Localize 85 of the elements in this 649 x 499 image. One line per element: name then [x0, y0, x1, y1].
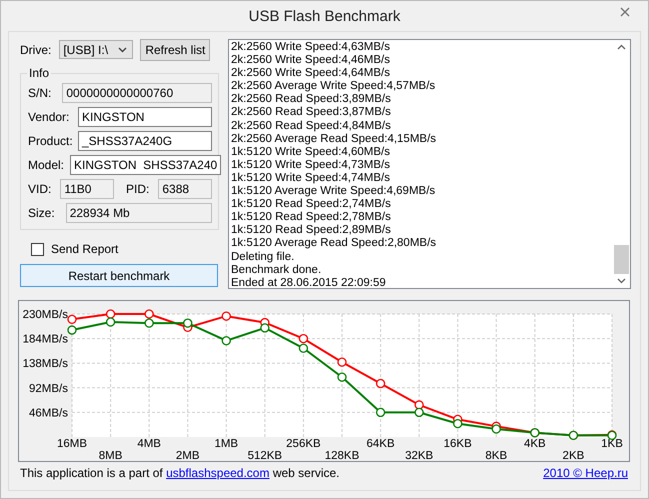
y-axis-label: 92MB/s	[29, 382, 68, 395]
data-point	[106, 317, 116, 327]
log-line: 1k:5120 Read Speed:2,89MB/s	[231, 224, 392, 238]
log-line: 2k:2560 Write Speed:4,46MB/s	[231, 54, 391, 68]
restart-benchmark-button[interactable]: Restart benchmark	[20, 264, 218, 287]
pid-field[interactable]: 6388	[158, 179, 212, 199]
window-title: USB Flash Benchmark	[248, 8, 400, 24]
data-point	[260, 323, 270, 333]
x-axis-label: 4MB	[137, 438, 161, 450]
log-line: 2k:2560 Read Speed:4,84MB/s	[231, 120, 392, 133]
log-line: 1k:5120 Read Speed:2,74MB/s	[231, 198, 392, 212]
data-point	[222, 336, 231, 346]
x-axis-label: 8KB	[485, 450, 508, 462]
data-point	[183, 318, 192, 328]
scrollbar-thumb[interactable]	[614, 245, 629, 274]
log-line: 2k:2560 Write Speed:4,64MB/s	[231, 67, 391, 80]
log-line: 1k:5120 Write Speed:4,60MB/s	[231, 146, 391, 159]
checkbox[interactable]	[31, 242, 44, 256]
field-label: Model:	[28, 158, 64, 172]
log-line: 1k:5120 Write Speed:4,74MB/s	[231, 172, 391, 186]
data-point	[337, 372, 347, 382]
data-point	[492, 424, 501, 434]
checkbox-label: Send Report	[51, 242, 118, 256]
field-label: Size:	[28, 206, 55, 220]
x-axis-label: 1MB	[214, 438, 238, 450]
data-point	[144, 318, 154, 328]
footer-note: This application is a part of usbflashspeed.com web service.	[20, 466, 340, 480]
product-field[interactable]: _SHSS37A240G	[78, 131, 212, 151]
y-axis-label: 138MB/s	[22, 358, 68, 370]
refresh-list-button[interactable]: Refresh list	[140, 38, 210, 60]
data-point	[414, 408, 424, 418]
log-line: 1k:5120 Write Speed:4,73MB/s	[231, 158, 391, 172]
data-point	[298, 334, 308, 344]
log-textbox[interactable]	[228, 39, 631, 289]
data-point	[298, 344, 308, 353]
log-line: Benchmark done.	[231, 264, 322, 277]
log-line: 1k:5120 Average Write Speed:4,69MB/s	[231, 185, 436, 198]
log-line: 2k:2560 Read Speed:3,87MB/s	[231, 106, 392, 120]
x-axis-label: 256KB	[286, 438, 321, 450]
x-axis-label: 128KB	[324, 450, 360, 462]
serial-number-field[interactable]: 0000000000000760	[62, 83, 212, 103]
data-point	[376, 378, 386, 388]
y-axis-label: 184MB/s	[22, 334, 68, 346]
x-axis-label: 16MB	[56, 438, 88, 450]
drive-label: Drive:	[20, 42, 52, 56]
model-field[interactable]: KINGSTON SHSS37A240	[70, 155, 222, 175]
website-link[interactable]: usbflashspeed.com	[166, 466, 270, 480]
vendor-field[interactable]: KINGSTON	[78, 107, 212, 127]
x-axis-label: 512KB	[248, 450, 282, 462]
field-label: PID:	[126, 182, 150, 196]
size-field[interactable]: 228934 Mb	[66, 203, 212, 223]
field-label: VID:	[28, 182, 52, 196]
x-axis-label: 32KB	[405, 450, 434, 462]
credit-link[interactable]: 2010 © Heep.ru	[543, 466, 628, 480]
x-axis-label: 4KB	[524, 438, 546, 450]
scroll-down-icon[interactable]	[617, 278, 626, 284]
data-point	[414, 400, 424, 410]
info-group-title: Info	[27, 66, 52, 80]
data-point	[337, 357, 347, 367]
data-point	[376, 408, 386, 418]
field-label: S/N:	[28, 86, 52, 100]
data-point	[453, 418, 462, 428]
x-axis-label: 64KB	[366, 438, 395, 450]
x-axis-label: 8MB	[98, 450, 122, 462]
x-axis-label: 2MB	[176, 450, 200, 462]
vid-field[interactable]: 11B0	[60, 179, 114, 199]
x-axis-label: 2KB	[562, 450, 584, 462]
drive-dropdown[interactable]: [USB] I:\	[59, 40, 134, 59]
log-line: 1k:5120 Average Read Speed:2,80MB/s	[231, 237, 438, 250]
log-line: Deleting file.	[231, 250, 296, 264]
chevron-down-icon	[118, 46, 128, 52]
field-label: Vendor:	[28, 110, 70, 124]
x-axis-label: 16KB	[444, 438, 472, 450]
y-axis-label: 230MB/s	[22, 309, 68, 321]
scroll-up-icon[interactable]	[617, 44, 626, 50]
x-axis-label: 1KB	[601, 438, 623, 450]
log-line: 2k:2560 Write Speed:4,63MB/s	[231, 41, 391, 54]
log-line: 2k:2560 Read Speed:3,89MB/s	[231, 93, 392, 106]
field-label: Product:	[28, 134, 72, 148]
log-line: 2k:2560 Average Read Speed:4,15MB/s	[231, 132, 438, 146]
log-line: Ended at 28.06.2015 22:09:59	[231, 276, 387, 290]
log-line: 1k:5120 Read Speed:2,78MB/s	[231, 211, 392, 224]
y-axis-label: 46MB/s	[29, 407, 68, 420]
close-icon	[620, 6, 630, 16]
log-line: 2k:2560 Average Write Speed:4,57MB/s	[231, 80, 436, 94]
